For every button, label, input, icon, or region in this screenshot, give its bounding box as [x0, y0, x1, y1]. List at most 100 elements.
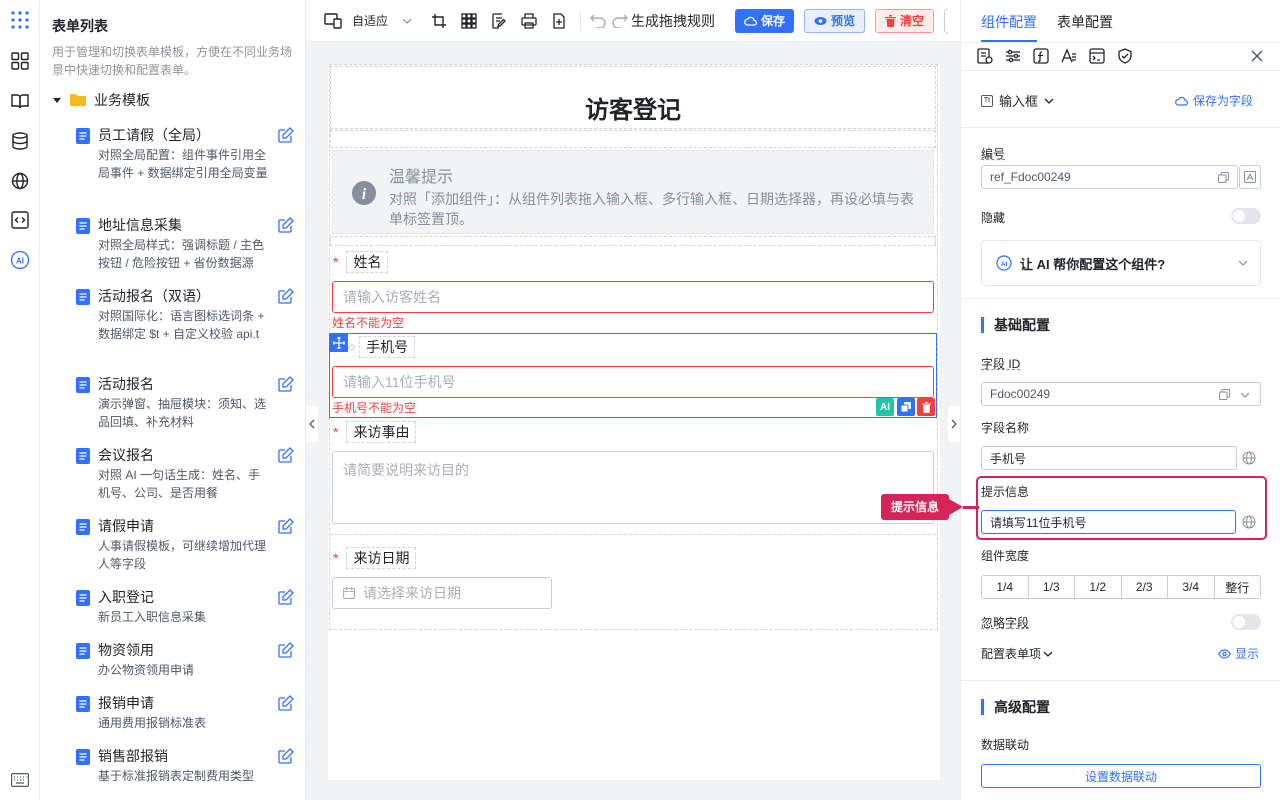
folder-business-templates[interactable]: 业务模板	[52, 90, 150, 110]
save-button[interactable]: 保存	[735, 8, 795, 33]
template-item[interactable]: 报销申请 通用费用报销标准表	[76, 694, 294, 754]
phone-label-text: 手机号	[359, 336, 416, 358]
apps-grid-icon[interactable]	[8, 8, 32, 32]
template-item[interactable]: 活动报名 演示弹窗、抽屉模块：须知、选品回填、补充材料	[76, 375, 294, 435]
name-input[interactable]: 请输入访客姓名	[332, 281, 934, 313]
clear-button[interactable]: 清空	[875, 8, 935, 33]
set-linkage-button[interactable]: 设置数据联动	[981, 764, 1261, 788]
template-item[interactable]: 活动报名（双语） 对照国际化：语言图标选词条 + 数据绑定 $t + 自定义校验 …	[76, 287, 294, 347]
component-type-select[interactable]: Tt 输入框	[981, 91, 1054, 110]
template-item[interactable]: 会议报名 对照 AI 一句话生成：姓名、手机号、公司、是否用餐	[76, 446, 294, 506]
edit-icon[interactable]	[278, 376, 294, 392]
i18n-globe-icon-2[interactable]	[1237, 510, 1261, 534]
tip-text: 对照「添加组件」：从组件列表拖入输入框、多行输入框、日期选择器，再设必填与表单标…	[389, 191, 914, 227]
collapse-right-handle[interactable]	[948, 406, 960, 442]
globe-icon[interactable]	[8, 169, 32, 193]
hidden-toggle[interactable]	[1231, 208, 1261, 224]
field-id-select[interactable]: Fdoc00249	[981, 382, 1261, 406]
print-icon[interactable]	[514, 6, 544, 36]
folder-icon	[70, 94, 86, 106]
drag-handle-icon[interactable]	[330, 334, 348, 352]
device-icon[interactable]	[318, 6, 348, 36]
copy-action-button[interactable]	[897, 398, 915, 416]
template-item[interactable]: 地址信息采集 对照全局样式：强调标题 / 主色按钮 / 危险按钮 + 省份数据源	[76, 216, 294, 276]
template-name: 员工请假（全局）	[98, 127, 210, 143]
book-icon[interactable]	[8, 89, 32, 113]
width-option[interactable]: 1/4	[982, 576, 1029, 598]
tip-info-input[interactable]: 请填写11位手机号	[981, 510, 1236, 534]
width-option[interactable]: 2/3	[1122, 576, 1168, 598]
edit-icon[interactable]	[278, 127, 294, 143]
props-icon[interactable]	[977, 48, 993, 64]
ignore-field-toggle[interactable]	[1231, 614, 1261, 630]
database-icon[interactable]	[8, 129, 32, 153]
edit-icon[interactable]	[278, 518, 294, 534]
ai-config-collapse[interactable]: AI 让 AI 帮你配置这个组件?	[981, 240, 1261, 286]
redo-icon[interactable]	[609, 6, 631, 36]
shield-icon[interactable]	[1117, 48, 1133, 64]
preview-button[interactable]: 预览	[804, 8, 866, 33]
undo-icon[interactable]	[587, 6, 609, 36]
template-name: 活动报名	[98, 376, 154, 392]
trash-icon	[921, 401, 931, 413]
width-option[interactable]: 整行	[1215, 576, 1261, 598]
phone-input[interactable]: 请输入11位手机号	[332, 366, 934, 398]
grid-icon[interactable]	[454, 6, 484, 36]
components-icon[interactable]	[8, 49, 32, 73]
width-option[interactable]: 1/2	[1075, 576, 1122, 598]
template-desc: 人事请假模板，可继续增加代理人等字段	[98, 539, 267, 571]
show-label: 显示	[1235, 647, 1260, 661]
window-icon[interactable]	[1089, 48, 1105, 64]
edit-icon[interactable]	[278, 217, 294, 233]
edit-icon[interactable]	[278, 748, 294, 764]
document-icon	[76, 643, 90, 659]
delete-action-button[interactable]	[917, 398, 935, 416]
ai-action-button[interactable]: AI	[876, 398, 894, 416]
copy-icon[interactable]	[1219, 389, 1230, 400]
function-icon[interactable]	[1033, 48, 1049, 64]
date-picker[interactable]: 请选择来访日期	[332, 577, 552, 609]
edit-icon[interactable]	[278, 642, 294, 658]
template-item[interactable]: 请假申请 人事请假模板，可继续增加代理人等字段	[76, 517, 294, 577]
show-link[interactable]: 显示	[1218, 645, 1259, 662]
sliders-icon[interactable]	[1005, 48, 1021, 64]
id-input[interactable]: ref_Fdoc00249	[981, 165, 1238, 189]
template-name: 物资领用	[98, 642, 154, 658]
template-item[interactable]: 物资领用 办公物资领用申请	[76, 641, 294, 701]
field-name-input[interactable]: 手机号	[981, 446, 1237, 470]
close-icon[interactable]	[1251, 50, 1263, 62]
edit-json-icon[interactable]	[484, 6, 514, 36]
template-item[interactable]: 销售部报销 基于标准报销表定制费用类型	[76, 747, 294, 800]
edit-icon[interactable]	[278, 695, 294, 711]
import-icon[interactable]	[544, 6, 574, 36]
save-as-field-label: 保存为字段	[1193, 94, 1254, 108]
config-items-toggle[interactable]: 配置表单项	[981, 645, 1053, 662]
tab-form-config[interactable]: 表单配置	[1057, 12, 1113, 32]
i18n-globe-icon[interactable]	[1237, 446, 1261, 470]
edit-icon[interactable]	[278, 288, 294, 304]
edit-icon[interactable]	[278, 447, 294, 463]
font-icon[interactable]	[1239, 165, 1261, 189]
tab-component-config[interactable]: 组件配置	[981, 12, 1037, 32]
document-icon	[76, 128, 90, 144]
width-option[interactable]: 1/3	[1029, 576, 1075, 598]
collapse-left-handle[interactable]	[306, 406, 318, 442]
template-desc: 对照国际化：语言图标选词条 + 数据绑定 $t + 自定义校验 api.t	[98, 309, 265, 341]
template-item[interactable]: 员工请假（全局） 对照全局配置：组件事件引用全局事件 + 数据绑定引用全局变量	[76, 126, 294, 186]
text-style-icon[interactable]	[1061, 48, 1077, 64]
generate-drag-rules-button[interactable]: 生成拖拽规则	[631, 11, 715, 31]
edit-icon[interactable]	[278, 589, 294, 605]
keyboard-icon[interactable]	[8, 768, 32, 792]
template-item[interactable]: 入职登记 新员工入职信息采集	[76, 588, 294, 648]
template-desc: 对照全局样式：强调标题 / 主色按钮 / 危险按钮 + 省份数据源	[98, 238, 265, 270]
reason-textarea[interactable]: 请简要说明来访目的	[332, 451, 934, 524]
crop-icon[interactable]	[424, 6, 454, 36]
config-items-label: 配置表单项	[981, 647, 1042, 661]
tip-alert[interactable]: i 温馨提示 对照「添加组件」：从组件列表拖入输入框、多行输入框、日期选择器，再…	[332, 150, 934, 234]
layout-mode-select[interactable]: 自适应	[352, 12, 412, 29]
ai-icon[interactable]: AI	[8, 248, 32, 272]
code-icon[interactable]	[8, 208, 32, 232]
width-option[interactable]: 3/4	[1168, 576, 1215, 598]
save-as-field-link[interactable]: 保存为字段	[1175, 92, 1253, 109]
copy-icon[interactable]	[1218, 172, 1229, 183]
